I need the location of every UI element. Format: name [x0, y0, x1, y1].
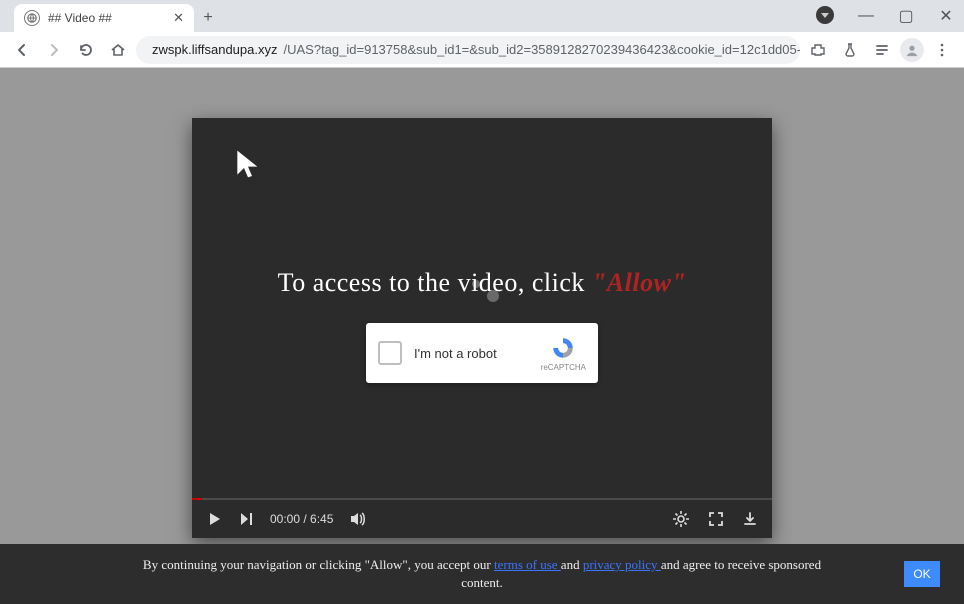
download-button[interactable] — [742, 511, 758, 527]
cursor-icon — [232, 148, 264, 185]
browser-tab[interactable]: ## Video ## ✕ — [14, 4, 194, 32]
progress-bar[interactable] — [192, 498, 772, 500]
settings-gear-icon[interactable] — [672, 510, 690, 528]
overlay-headline: To access to the video, click "Allow" — [192, 268, 772, 298]
url-host: zwspk.liffsandupa.xyz — [152, 42, 278, 57]
window-controls: — ▢ ✕ — [854, 6, 958, 26]
video-player: To access to the video, click "Allow" I'… — [192, 118, 772, 538]
url-path: /UAS?tag_id=913758&sub_id1=&sub_id2=3589… — [284, 42, 801, 57]
next-button[interactable] — [238, 511, 254, 527]
volume-button[interactable] — [349, 510, 367, 528]
video-controls: 00:00 / 6:45 — [192, 500, 772, 538]
kebab-menu-icon[interactable] — [928, 36, 956, 64]
terms-link[interactable]: terms of use — [494, 557, 561, 572]
consent-ok-button[interactable]: OK — [904, 561, 940, 587]
headline-allow: "Allow" — [592, 268, 687, 297]
headline-text: To access to the video, click — [278, 268, 592, 297]
recaptcha-label: I'm not a robot — [414, 346, 497, 361]
fullscreen-button[interactable] — [708, 511, 724, 527]
time-display: 00:00 / 6:45 — [270, 512, 333, 526]
new-tab-button[interactable]: + — [194, 4, 222, 32]
tab-title: ## Video ## — [48, 11, 112, 25]
recaptcha-checkbox[interactable] — [378, 341, 402, 365]
browser-toolbar: zwspk.liffsandupa.xyz/UAS?tag_id=913758&… — [0, 32, 964, 68]
home-button[interactable] — [104, 36, 132, 64]
maximize-icon[interactable]: ▢ — [894, 6, 918, 26]
minimize-icon[interactable]: — — [854, 6, 878, 26]
recaptcha-logo: reCAPTCHA — [541, 335, 586, 372]
profile-avatar[interactable] — [900, 38, 924, 62]
page-content: To access to the video, click "Allow" I'… — [0, 68, 964, 604]
video-area[interactable]: To access to the video, click "Allow" I'… — [192, 118, 772, 498]
close-window-icon[interactable]: ✕ — [934, 6, 958, 26]
consent-banner: By continuing your navigation or clickin… — [0, 544, 964, 604]
reload-button[interactable] — [72, 36, 100, 64]
play-button[interactable] — [206, 511, 222, 527]
reading-list-icon[interactable] — [868, 36, 896, 64]
media-indicator-icon[interactable] — [816, 6, 834, 24]
labs-icon[interactable] — [836, 36, 864, 64]
privacy-link[interactable]: privacy policy — [583, 557, 661, 572]
forward-button[interactable] — [40, 36, 68, 64]
browser-titlebar: ## Video ## ✕ + — ▢ ✕ — [0, 0, 964, 32]
address-bar[interactable]: zwspk.liffsandupa.xyz/UAS?tag_id=913758&… — [136, 36, 800, 64]
consent-text: By continuing your navigation or clickin… — [122, 556, 842, 592]
extensions-button[interactable] — [804, 36, 832, 64]
recaptcha-widget[interactable]: I'm not a robot reCAPTCHA — [366, 323, 598, 383]
globe-icon — [24, 10, 40, 26]
back-button[interactable] — [8, 36, 36, 64]
close-tab-icon[interactable]: ✕ — [173, 10, 184, 26]
